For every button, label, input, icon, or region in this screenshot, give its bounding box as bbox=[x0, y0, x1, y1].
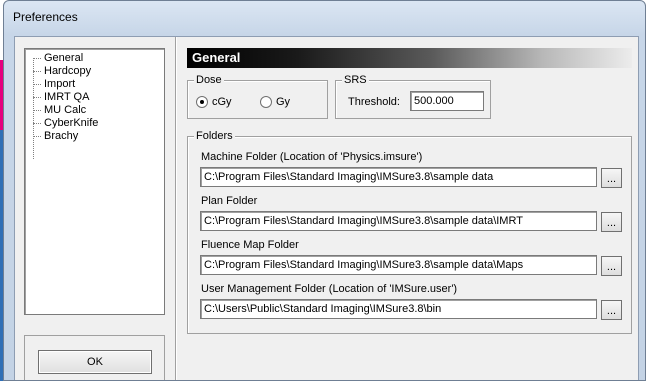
tree-item-label: Brachy bbox=[44, 130, 79, 142]
user-management-folder-browse-button[interactable]: ... bbox=[601, 300, 622, 320]
tree-item-label: IMRT QA bbox=[44, 91, 90, 103]
dose-option-cgy[interactable]: cGy bbox=[196, 96, 232, 108]
srs-group-title: SRS bbox=[342, 74, 369, 87]
fluence-map-folder-browse-button[interactable]: ... bbox=[601, 256, 622, 276]
tree-item-label: CyberKnife bbox=[44, 117, 99, 129]
user-management-folder-label: User Management Folder (Location of 'IMS… bbox=[201, 283, 458, 295]
user-management-folder-input[interactable]: C:\Users\Public\Standard Imaging\IMSure3… bbox=[200, 299, 597, 319]
radio-selected-icon bbox=[196, 96, 208, 108]
ok-button-panel: OK bbox=[24, 335, 165, 380]
dose-option-gy[interactable]: Gy bbox=[260, 96, 290, 108]
section-header: General bbox=[187, 48, 632, 68]
tree-item-cyberknife[interactable]: CyberKnife bbox=[33, 117, 99, 130]
tree-item-imrt-qa[interactable]: IMRT QA bbox=[33, 91, 90, 104]
dose-group-title: Dose bbox=[194, 74, 224, 87]
tree-item-hardcopy[interactable]: Hardcopy bbox=[33, 65, 92, 78]
panel-divider bbox=[175, 37, 177, 380]
threshold-label: Threshold: bbox=[348, 96, 400, 108]
tree-item-import[interactable]: Import bbox=[33, 78, 76, 91]
preferences-window: Preferences General Hardcopy Import IMRT… bbox=[3, 0, 646, 381]
machine-folder-browse-button[interactable]: ... bbox=[601, 168, 622, 188]
plan-folder-input[interactable]: C:\Program Files\Standard Imaging\IMSure… bbox=[200, 211, 597, 231]
tree-item-label: MU Calc bbox=[44, 104, 87, 116]
plan-folder-label: Plan Folder bbox=[201, 195, 258, 207]
threshold-input[interactable]: 500.000 bbox=[410, 91, 484, 111]
folders-group: Folders Machine Folder (Location of 'Phy… bbox=[187, 130, 632, 334]
tree-item-label: Import bbox=[44, 78, 76, 90]
dialog-client-area: General Hardcopy Import IMRT QA MU Calc … bbox=[14, 36, 639, 380]
plan-folder-browse-button[interactable]: ... bbox=[601, 212, 622, 232]
dose-option-label: Gy bbox=[276, 96, 291, 108]
window-title: Preferences bbox=[13, 10, 78, 24]
dose-option-label: cGy bbox=[212, 96, 232, 108]
tree-item-label: Hardcopy bbox=[44, 65, 92, 77]
tree-item-brachy[interactable]: Brachy bbox=[33, 130, 79, 143]
srs-group: SRS Threshold: 500.000 bbox=[335, 74, 491, 119]
fluence-map-folder-input[interactable]: C:\Program Files\Standard Imaging\IMSure… bbox=[200, 255, 597, 275]
machine-folder-label: Machine Folder (Location of 'Physics.ims… bbox=[201, 151, 423, 163]
tree-item-mu-calc[interactable]: MU Calc bbox=[33, 104, 87, 117]
tree-item-label: General bbox=[44, 52, 84, 64]
ok-button[interactable]: OK bbox=[38, 350, 152, 374]
dose-group: Dose cGy Gy bbox=[187, 74, 328, 119]
title-bar[interactable]: Preferences bbox=[4, 1, 645, 35]
tree-item-general[interactable]: General bbox=[33, 52, 84, 65]
preferences-tree[interactable]: General Hardcopy Import IMRT QA MU Calc … bbox=[24, 48, 165, 315]
folders-group-title: Folders bbox=[194, 130, 235, 143]
machine-folder-input[interactable]: C:\Program Files\Standard Imaging\IMSure… bbox=[200, 167, 597, 187]
radio-unselected-icon bbox=[260, 96, 272, 108]
fluence-map-folder-label: Fluence Map Folder bbox=[201, 239, 299, 251]
